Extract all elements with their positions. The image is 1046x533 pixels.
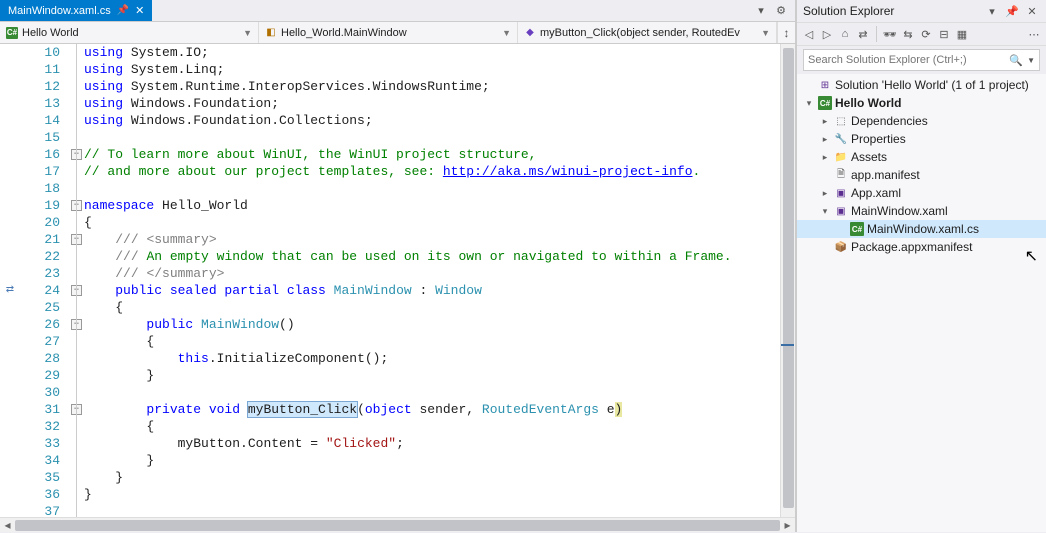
nav-member-label: myButton_Click(object sender, RoutedEv — [540, 27, 740, 39]
solution-explorer-search[interactable]: 🔍 ▼ — [803, 49, 1040, 71]
expand-arrow-icon[interactable]: ▸ — [819, 152, 831, 163]
expand-arrow-icon[interactable]: ▸ — [819, 134, 831, 145]
code-text[interactable]: using System.IO;using System.Linq;using … — [84, 44, 780, 517]
tab-title: MainWindow.xaml.cs — [8, 5, 111, 17]
panel-title: Solution Explorer — [803, 4, 894, 18]
prop-icon: 🔧 — [834, 132, 848, 146]
scroll-left-arrow-icon[interactable]: ◂ — [0, 518, 15, 532]
tree-node[interactable]: ▾C#Hello World — [797, 94, 1046, 112]
solution-tree[interactable]: ⊞Solution 'Hello World' (1 of 1 project)… — [797, 74, 1046, 532]
tree-node-label: app.manifest — [851, 168, 920, 182]
tree-node-label: Hello World — [835, 96, 901, 110]
cs-icon: C# — [818, 96, 832, 110]
nav-project-dropdown[interactable]: C# Hello World ▼ — [0, 22, 259, 43]
tree-node[interactable]: ▾▣MainWindow.xaml — [797, 202, 1046, 220]
class-icon: ◧ — [265, 27, 277, 39]
tab-dropdown-icon[interactable]: ▾ — [753, 3, 769, 19]
xaml-icon: ▣ — [834, 204, 848, 218]
csharp-project-icon: C# — [6, 27, 18, 39]
nav-project-label: Hello World — [22, 27, 79, 39]
solution-explorer-titlebar: Solution Explorer ▾ 📌 ✕ — [797, 0, 1046, 22]
editor-area: MainWindow.xaml.cs 📌 ✕ ▾ ⚙ C# Hello Worl… — [0, 0, 796, 532]
nav-member-dropdown[interactable]: ◆ myButton_Click(object sender, RoutedEv… — [518, 22, 777, 43]
forward-icon[interactable]: ▷ — [819, 26, 835, 42]
file-icon: 🗎 — [834, 168, 848, 182]
cs-icon: C# — [850, 222, 864, 236]
chevron-down-icon: ▼ — [502, 28, 511, 38]
tree-node-label: Dependencies — [851, 114, 928, 128]
close-icon[interactable]: ✕ — [135, 4, 144, 17]
split-editor-button[interactable]: ↕ — [777, 22, 795, 43]
pin-icon[interactable]: 📌 — [117, 5, 129, 16]
back-icon[interactable]: ◁ — [801, 26, 817, 42]
horizontal-scrollbar[interactable]: ◂ ▸ — [0, 517, 795, 532]
chevron-down-icon: ▼ — [761, 28, 770, 38]
refresh-icon[interactable]: ⟳ — [918, 26, 934, 42]
scroll-caret-mark — [781, 344, 794, 346]
collapse-all-icon[interactable]: ⊟ — [936, 26, 952, 42]
expand-arrow-icon[interactable]: ▸ — [819, 188, 831, 199]
ref-icon: ⬚ — [834, 114, 848, 128]
tree-node-label: App.xaml — [851, 186, 901, 200]
solution-explorer-panel: Solution Explorer ▾ 📌 ✕ ◁ ▷ ⌂ ⇄ 🕶 ⇆ ⟳ ⊟ … — [796, 0, 1046, 532]
document-tab-active[interactable]: MainWindow.xaml.cs 📌 ✕ — [0, 0, 152, 21]
navigation-bar: C# Hello World ▼ ◧ Hello_World.MainWindo… — [0, 22, 795, 44]
scroll-thumb[interactable] — [783, 48, 794, 508]
show-all-files-icon[interactable]: ▦ — [954, 26, 970, 42]
window-position-icon[interactable]: ▾ — [984, 3, 1000, 19]
solution-explorer-toolbar: ◁ ▷ ⌂ ⇄ 🕶 ⇆ ⟳ ⊟ ▦ ⋯ — [797, 22, 1046, 46]
tree-node-label: Solution 'Hello World' (1 of 1 project) — [835, 78, 1029, 92]
tree-node-label: Package.appxmanifest — [851, 240, 972, 254]
tree-node[interactable]: 🗎app.manifest — [797, 166, 1046, 184]
chevron-down-icon: ▼ — [243, 28, 252, 38]
more-icon[interactable]: ⋯ — [1026, 26, 1042, 42]
scroll-thumb-horizontal[interactable] — [15, 520, 780, 531]
close-panel-icon[interactable]: ✕ — [1024, 3, 1040, 19]
indicator-margin: ⇄ — [0, 44, 20, 517]
search-dropdown-icon[interactable]: ▼ — [1023, 56, 1035, 65]
expand-arrow-icon[interactable]: ▾ — [819, 206, 831, 217]
switch-views-icon[interactable]: ⇄ — [855, 26, 871, 42]
tree-node-label: Assets — [851, 150, 887, 164]
tree-node[interactable]: ▸⬚Dependencies — [797, 112, 1046, 130]
expand-arrow-icon[interactable]: ▸ — [819, 116, 831, 127]
tree-node[interactable]: ▸📁Assets — [797, 148, 1046, 166]
outlining-margin[interactable]: −−−−−− — [70, 44, 84, 517]
code-editor[interactable]: ⇄ 10111213141516171819202122232425262728… — [0, 44, 795, 517]
tree-node[interactable]: 📦Package.appxmanifest — [797, 238, 1046, 256]
search-input[interactable] — [808, 54, 1005, 66]
line-number-gutter: 1011121314151617181920212223242526272829… — [20, 44, 70, 517]
pkg-icon: 📦 — [834, 240, 848, 254]
tree-node[interactable]: ▸🔧Properties — [797, 130, 1046, 148]
scroll-right-arrow-icon[interactable]: ▸ — [780, 518, 795, 532]
tree-node-label: MainWindow.xaml — [851, 204, 948, 218]
nav-class-label: Hello_World.MainWindow — [281, 27, 407, 39]
search-icon[interactable]: 🔍 — [1005, 54, 1023, 67]
expand-arrow-icon[interactable]: ▾ — [803, 98, 815, 109]
tree-node-label: MainWindow.xaml.cs — [867, 222, 979, 236]
home-icon[interactable]: ⌂ — [837, 26, 853, 42]
vertical-scrollbar[interactable] — [780, 44, 795, 517]
document-tab-strip: MainWindow.xaml.cs 📌 ✕ ▾ ⚙ — [0, 0, 795, 22]
gear-icon[interactable]: ⚙ — [773, 3, 789, 19]
xaml-icon: ▣ — [834, 186, 848, 200]
auto-hide-pin-icon[interactable]: 📌 — [1004, 3, 1020, 19]
sync-with-active-doc-icon[interactable]: ⇆ — [900, 26, 916, 42]
pending-changes-filter-icon[interactable]: 🕶 — [882, 26, 898, 42]
tree-node[interactable]: ▸▣App.xaml — [797, 184, 1046, 202]
sln-icon: ⊞ — [818, 78, 832, 92]
fold-icon: 📁 — [834, 150, 848, 164]
tree-node-label: Properties — [851, 132, 906, 146]
tree-node[interactable]: C#MainWindow.xaml.cs — [797, 220, 1046, 238]
tree-node[interactable]: ⊞Solution 'Hello World' (1 of 1 project) — [797, 76, 1046, 94]
nav-class-dropdown[interactable]: ◧ Hello_World.MainWindow ▼ — [259, 22, 518, 43]
method-icon: ◆ — [524, 27, 536, 39]
